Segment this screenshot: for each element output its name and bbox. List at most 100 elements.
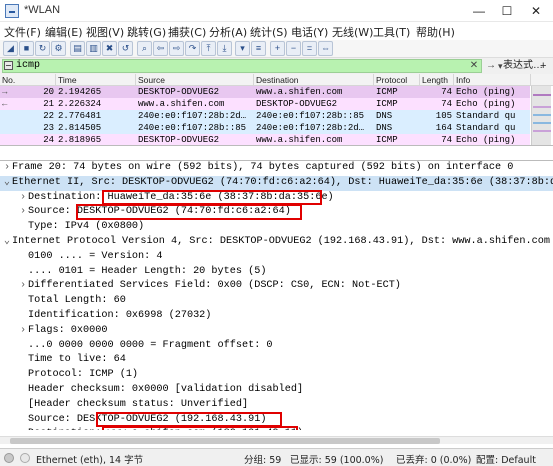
autoscroll-icon[interactable]: ▾: [235, 41, 250, 56]
menu-telephony[interactable]: 电话(Y): [291, 24, 328, 40]
detail-line-text: Total Length: 60: [28, 295, 126, 307]
zoom-out-icon[interactable]: −: [286, 41, 301, 56]
detail-line[interactable]: .... 0101 = Header Length: 20 bytes (5): [0, 265, 553, 280]
packet-cell-length: 164: [435, 123, 452, 133]
packet-minimap[interactable]: [531, 86, 551, 145]
menu-go[interactable]: 跳转(G): [127, 24, 166, 40]
detail-line[interactable]: Time to live: 64: [0, 353, 553, 368]
shark-fin-start-icon[interactable]: ◢: [3, 41, 18, 56]
column-length[interactable]: Length: [420, 74, 454, 86]
packet-list-header: No. Time Source Destination Protocol Len…: [0, 74, 553, 86]
bookmark-icon[interactable]: [4, 61, 13, 70]
detail-line[interactable]: [Header checksum status: Unverified]: [0, 398, 553, 413]
menu-tools[interactable]: 工具(T): [373, 24, 410, 40]
packet-row[interactable]: 24 2.818965 DESKTOP-ODVUEG2 www.a.shifen.co…: [0, 134, 530, 145]
menu-wireless[interactable]: 无线(W): [332, 24, 373, 40]
packet-cell-source: 240e:e0:f107:28b::85: [138, 123, 247, 133]
menu-view[interactable]: 视图(V): [86, 24, 124, 40]
close-file-icon[interactable]: ✖: [102, 41, 117, 56]
detail-line[interactable]: Total Length: 60: [0, 294, 553, 309]
column-time[interactable]: Time: [56, 74, 136, 86]
reload-icon[interactable]: ↺: [118, 41, 133, 56]
column-protocol[interactable]: Protocol: [374, 74, 420, 86]
detail-line[interactable]: Source: DESKTOP-ODVUEG2 (192.168.43.91): [0, 413, 553, 428]
status-dropped: 已丢弃: 0 (0.0%): [396, 455, 472, 466]
go-first-icon[interactable]: ⤒: [201, 41, 216, 56]
expert-info-icon[interactable]: [4, 453, 14, 463]
menu-statistics[interactable]: 统计(S): [250, 24, 288, 40]
display-filter-input[interactable]: icmp: [2, 59, 482, 73]
detail-line[interactable]: › Source: DESKTOP-ODVUEG2 (74:70:fd:c6:a2…: [0, 205, 553, 220]
detail-line[interactable]: Protocol: ICMP (1): [0, 368, 553, 383]
detail-line[interactable]: ...0 0000 0000 0000 = Fragment offset: 0: [0, 339, 553, 354]
capture-comment-icon[interactable]: [20, 453, 30, 463]
menu-capture[interactable]: 捕获(C): [168, 24, 206, 40]
detail-line[interactable]: Identification: 0x6998 (27032): [0, 309, 553, 324]
packet-cell-info: Standard qu: [456, 123, 516, 133]
collapsed-chevron-icon[interactable]: ›: [18, 279, 28, 294]
detail-line[interactable]: Type: IPv4 (0x0800): [0, 220, 553, 235]
detail-line[interactable]: › Differentiated Services Field: 0x00 (DS…: [0, 279, 553, 294]
packet-row[interactable]: ← 21 2.226324 www.a.shifen.com DESKTOP-ODVUE…: [0, 98, 530, 110]
details-horizontal-scrollbar[interactable]: [0, 436, 553, 444]
filter-dropdown-icon[interactable]: ▾: [498, 59, 503, 73]
column-destination[interactable]: Destination: [254, 74, 374, 86]
collapsed-chevron-icon[interactable]: ›: [2, 161, 12, 176]
apply-filter-icon[interactable]: →: [484, 59, 498, 73]
column-source[interactable]: Source: [136, 74, 254, 86]
detail-line[interactable]: › Destination: HuaweiTe_da:35:6e (38:37:8…: [0, 191, 553, 206]
packet-cell-no: 21: [43, 99, 54, 109]
packet-cell-info: Echo (ping): [456, 99, 516, 109]
minimap-mark: [533, 130, 551, 132]
go-to-packet-icon[interactable]: ↷: [185, 41, 200, 56]
zoom-normal-icon[interactable]: =: [302, 41, 317, 56]
expression-button[interactable]: 表达式…: [503, 59, 543, 73]
status-profile[interactable]: 配置: Default: [476, 452, 536, 466]
packet-row[interactable]: → 20 2.194265 DESKTOP-ODVUEG2 www.a.shifen.c…: [0, 86, 530, 98]
column-no[interactable]: No.: [0, 74, 56, 86]
stop-capture-icon[interactable]: ■: [19, 41, 34, 56]
add-filter-button[interactable]: +: [540, 59, 546, 73]
resize-columns-icon[interactable]: ⇔: [318, 41, 333, 56]
menu-help[interactable]: 帮助(H): [416, 24, 455, 40]
collapsed-chevron-icon[interactable]: ›: [18, 324, 28, 339]
restart-capture-icon[interactable]: ↻: [35, 41, 50, 56]
collapsed-chevron-icon[interactable]: ›: [18, 205, 28, 220]
detail-line[interactable]: Header checksum: 0x0000 [validation disa…: [0, 383, 553, 398]
column-info[interactable]: Info: [454, 74, 531, 86]
detail-line-text: Time to live: 64: [28, 354, 126, 366]
open-file-icon[interactable]: ▤: [70, 41, 85, 56]
minimize-button[interactable]: —: [467, 2, 491, 20]
expanded-chevron-icon[interactable]: ⌄: [2, 176, 12, 191]
detail-line[interactable]: Destination: www.a.shifen.com (180.101.4…: [0, 427, 553, 430]
capture-options-icon[interactable]: ⚙: [51, 41, 66, 56]
find-packet-icon[interactable]: ⌕: [137, 41, 152, 56]
detail-line[interactable]: › Frame 20: 74 bytes on wire (592 bits), …: [0, 161, 553, 176]
minimap-mark: [533, 114, 551, 116]
packet-row[interactable]: 22 2.776481 240e:e0:f107:28b:2d… 240e:e0:f1…: [0, 110, 530, 122]
go-back-icon[interactable]: ⇦: [153, 41, 168, 56]
maximize-button[interactable]: ☐: [495, 2, 519, 20]
clear-filter-icon[interactable]: ✕: [468, 59, 480, 73]
packet-row[interactable]: 23 2.814505 240e:e0:f107:28b::85 240e:e0:f1…: [0, 122, 530, 134]
scrollbar-thumb[interactable]: [10, 438, 440, 444]
detail-line[interactable]: 0100 .... = Version: 4: [0, 250, 553, 265]
detail-line-text: Source: DESKTOP-ODVUEG2 (192.168.43.91): [28, 413, 267, 425]
menu-edit[interactable]: 编辑(E): [45, 24, 83, 40]
go-forward-icon[interactable]: ⇨: [169, 41, 184, 56]
status-displayed: 已显示: 59 (100.0%): [290, 455, 384, 466]
close-button[interactable]: ✕: [524, 2, 548, 20]
detail-line[interactable]: ⌄ Internet Protocol Version 4, Src: DESKT…: [0, 235, 553, 250]
detail-line-text: Protocol: ICMP (1): [28, 369, 139, 381]
menu-analyze[interactable]: 分析(A): [209, 24, 247, 40]
collapsed-chevron-icon[interactable]: ›: [18, 191, 28, 206]
colorize-icon[interactable]: ≡: [251, 41, 266, 56]
menu-file[interactable]: 文件(F): [4, 24, 41, 40]
go-last-icon[interactable]: ⤓: [217, 41, 232, 56]
expanded-chevron-icon[interactable]: ⌄: [2, 235, 12, 250]
save-file-icon[interactable]: ▥: [86, 41, 101, 56]
packet-cell-destination: DESKTOP-ODVUEG2: [256, 99, 338, 109]
zoom-in-icon[interactable]: +: [270, 41, 285, 56]
detail-line[interactable]: › Flags: 0x0000: [0, 324, 553, 339]
detail-line[interactable]: ⌄ Ethernet II, Src: DESKTOP-ODVUEG2 (74:7…: [0, 175, 553, 191]
